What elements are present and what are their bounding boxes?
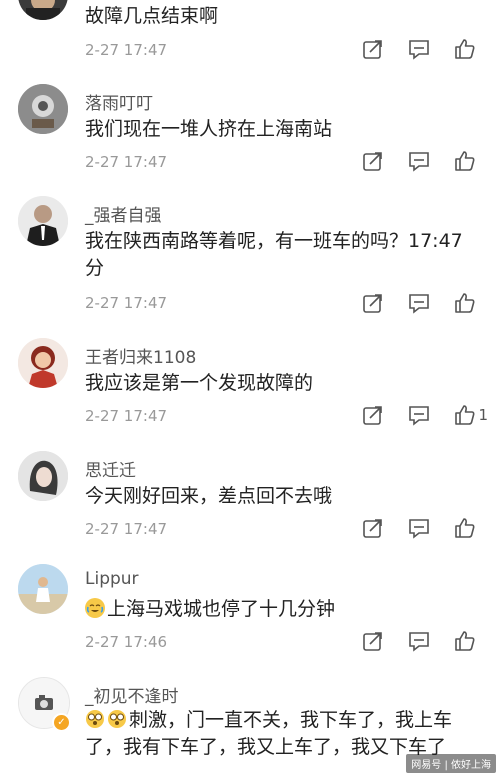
comment-text: 故障几点结束啊 xyxy=(85,5,219,27)
repost-icon xyxy=(363,294,382,313)
comment-username[interactable]: Lippur xyxy=(85,569,139,589)
comment-username[interactable]: _初见不逢时 xyxy=(85,682,179,707)
like-button[interactable] xyxy=(442,628,488,654)
comment-username[interactable]: 王者归来1108 xyxy=(85,343,196,368)
comment-button[interactable] xyxy=(396,515,442,541)
crying-laugh-emoji-icon xyxy=(85,598,105,618)
repost-button[interactable] xyxy=(350,148,396,174)
like-icon xyxy=(455,293,475,313)
comment-text: 今天刚好回来，差点回不去哦 xyxy=(85,485,333,507)
like-button[interactable] xyxy=(442,36,488,62)
like-button[interactable] xyxy=(442,290,488,316)
repost-button[interactable] xyxy=(350,402,396,428)
comment-button[interactable] xyxy=(396,628,442,654)
comment-actions xyxy=(350,290,488,316)
repost-icon xyxy=(363,152,382,171)
like-icon xyxy=(455,631,475,651)
like-icon xyxy=(455,518,475,538)
comment-text: 我在陕西南路等着呢，有一班车的吗？17:47分 xyxy=(85,230,463,279)
comment-actions xyxy=(350,515,488,541)
comment-text-content: 上海马戏城也停了十几分钟 xyxy=(107,598,336,620)
like-icon xyxy=(455,405,475,425)
comment-icon xyxy=(409,294,429,314)
avatar[interactable] xyxy=(18,84,68,134)
dizzy-face-emoji-icon xyxy=(107,709,127,729)
dizzy-face-emoji-icon xyxy=(85,709,105,729)
comment-actions xyxy=(350,148,488,174)
comment-icon xyxy=(409,40,429,60)
comment-icon xyxy=(409,406,430,426)
comment-username[interactable]: _强者自强 xyxy=(85,201,162,226)
comment-text: 我们现在一堆人挤在上海南站 xyxy=(85,118,333,140)
comment-icon xyxy=(409,632,429,652)
comment-button[interactable] xyxy=(396,290,442,316)
repost-icon xyxy=(363,519,382,538)
comment-button[interactable] xyxy=(396,148,442,174)
like-icon xyxy=(455,39,475,59)
repost-icon xyxy=(363,40,382,59)
comment-time: 2-27 17:47 xyxy=(85,294,168,312)
comment-text: 刺激，门一直不关，我下车了，我上车了，我有下车了，我又上车了，我又下车了 xyxy=(85,707,475,761)
repost-button[interactable] xyxy=(350,36,396,62)
avatar[interactable] xyxy=(18,564,68,614)
comment-text-content: 刺激，门一直不关，我下车了，我上车了，我有下车了，我又上车了，我又下车了 xyxy=(85,709,453,758)
comment-username[interactable]: 落雨叮叮 xyxy=(85,89,153,114)
like-button[interactable]: 1 xyxy=(442,402,488,428)
comment-time: 2-27 17:47 xyxy=(85,407,168,425)
avatar[interactable] xyxy=(18,451,68,501)
comment-time: 2-27 17:47 xyxy=(85,520,168,538)
comment-actions xyxy=(350,628,488,654)
like-icon xyxy=(455,151,475,171)
repost-icon xyxy=(363,406,383,425)
like-count: 1 xyxy=(478,406,488,424)
avatar[interactable] xyxy=(18,196,68,246)
like-button[interactable] xyxy=(442,515,488,541)
comment-username[interactable]: 思迁迁 xyxy=(85,456,136,481)
comment-button[interactable] xyxy=(396,402,442,428)
avatar[interactable] xyxy=(18,0,68,20)
verified-badge-icon: ✓ xyxy=(52,713,71,732)
comment-icon xyxy=(409,152,429,172)
repost-button[interactable] xyxy=(350,628,396,654)
comment-text: 上海马戏城也停了十几分钟 xyxy=(85,596,475,623)
comment-text: 我应该是第一个发现故障的 xyxy=(85,372,314,394)
repost-icon xyxy=(363,632,382,651)
comment-time: 2-27 17:46 xyxy=(85,633,168,651)
comment-button[interactable] xyxy=(396,36,442,62)
comment-time: 2-27 17:47 xyxy=(85,41,168,59)
comment-actions: 1 xyxy=(350,402,488,428)
watermark: 网易号 | 侬好上海 xyxy=(406,754,496,773)
like-button[interactable] xyxy=(442,148,488,174)
repost-button[interactable] xyxy=(350,515,396,541)
comment-icon xyxy=(409,519,429,539)
comment-actions xyxy=(350,36,488,62)
repost-button[interactable] xyxy=(350,290,396,316)
avatar[interactable] xyxy=(18,338,68,388)
comment-time: 2-27 17:47 xyxy=(85,153,168,171)
